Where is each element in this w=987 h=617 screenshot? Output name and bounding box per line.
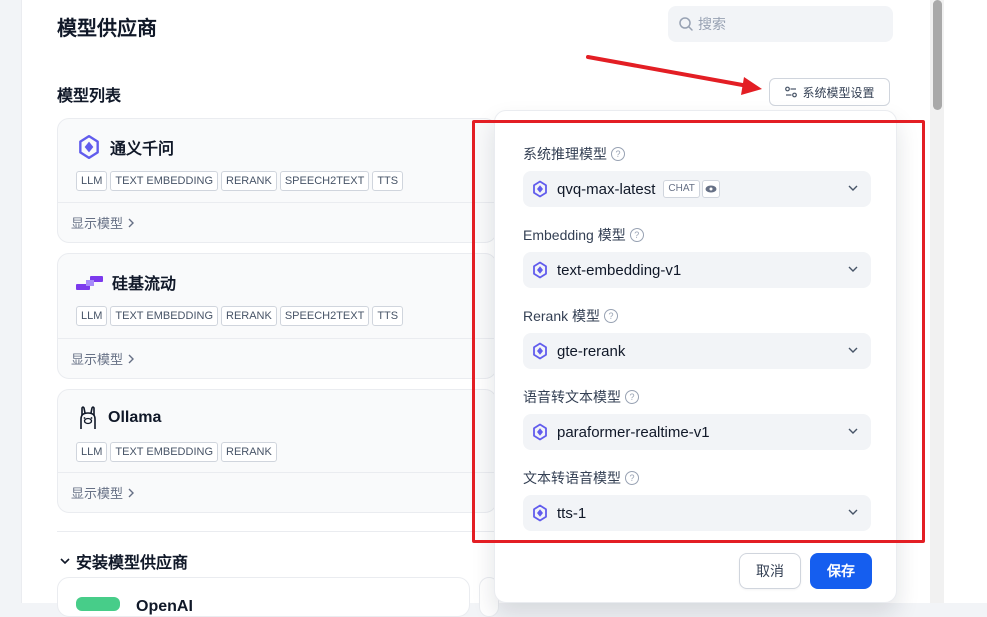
search-icon [679,17,693,31]
tag-rerank: RERANK [221,442,277,462]
tag-text-embedding: TEXT EMBEDDING [110,306,218,326]
install-section-title: 安装模型供应商 [76,555,189,572]
tag-rerank: RERANK [221,306,277,326]
annotation-highlight-box [472,120,925,543]
provider-name: 通义千问 [110,141,175,158]
show-models-label: 显示模型 [71,352,124,367]
tag-llm: LLM [76,171,108,191]
tag-rerank: RERANK [221,171,277,191]
show-models-label: 显示模型 [71,486,124,501]
provider-card-ollama: Ollama LLM TEXT EMBEDDING RERANK 显示模型 [57,389,497,513]
tag-text-embedding: TEXT EMBEDDING [110,442,218,462]
tag-llm: LLM [76,442,108,462]
install-section-toggle[interactable]: 安装模型供应商 [60,549,188,573]
tag-llm: LLM [76,306,108,326]
left-sidebar-edge [0,0,22,603]
model-list-title: 模型列表 [57,88,122,105]
system-model-settings-label: 系统模型设置 [802,85,875,100]
capability-tags: LLM TEXT EMBEDDING RERANK SPEECH2TEXT TT… [58,306,496,326]
ollama-logo-icon [80,406,96,429]
save-button[interactable]: 保存 [810,553,872,589]
scrollbar-thumb[interactable] [933,0,942,110]
siliconflow-logo-icon [76,276,103,290]
provider-card-tongyi: 通义千问 LLM TEXT EMBEDDING RERANK SPEECH2TE… [57,118,497,243]
chevron-right-icon [128,218,135,227]
chevron-down-icon [60,558,70,565]
chevron-right-icon [128,488,135,497]
capability-tags: LLM TEXT EMBEDDING RERANK [58,442,496,462]
cancel-button[interactable]: 取消 [739,553,801,589]
tag-tts: TTS [372,171,404,191]
provider-name: Ollama [108,409,162,426]
show-models-label: 显示模型 [71,216,124,231]
search-input[interactable]: 搜索 [668,6,893,42]
show-models-link[interactable]: 显示模型 [58,338,496,378]
show-models-link[interactable]: 显示模型 [58,202,496,242]
tongyi-logo-icon [79,134,99,160]
tag-text-embedding: TEXT EMBEDDING [110,171,218,191]
show-models-link[interactable]: 显示模型 [58,472,496,512]
capability-tags: LLM TEXT EMBEDDING RERANK SPEECH2TEXT TT… [58,171,496,191]
search-placeholder: 搜索 [698,16,726,32]
tag-tts: TTS [372,306,404,326]
window-margin [944,0,987,603]
system-model-settings-button[interactable]: 系统模型设置 [769,78,890,106]
chevron-right-icon [128,354,135,363]
settings-sliders-icon [785,86,798,98]
provider-card-siliconflow: 硅基流动 LLM TEXT EMBEDDING RERANK SPEECH2TE… [57,253,497,379]
section-divider [57,531,497,532]
openai-logo-icon [76,597,120,611]
install-provider-card[interactable]: OpenAI [57,577,470,617]
page-title: 模型供应商 [57,18,157,40]
tag-speech2text: SPEECH2TEXT [279,171,370,191]
tag-speech2text: SPEECH2TEXT [279,306,370,326]
app-window: 模型供应商 搜索 模型列表 系统模型设置 通义千问 LLM TEXT EMBED… [0,0,987,617]
install-provider-name: OpenAI [136,598,193,615]
provider-name: 硅基流动 [112,276,177,293]
